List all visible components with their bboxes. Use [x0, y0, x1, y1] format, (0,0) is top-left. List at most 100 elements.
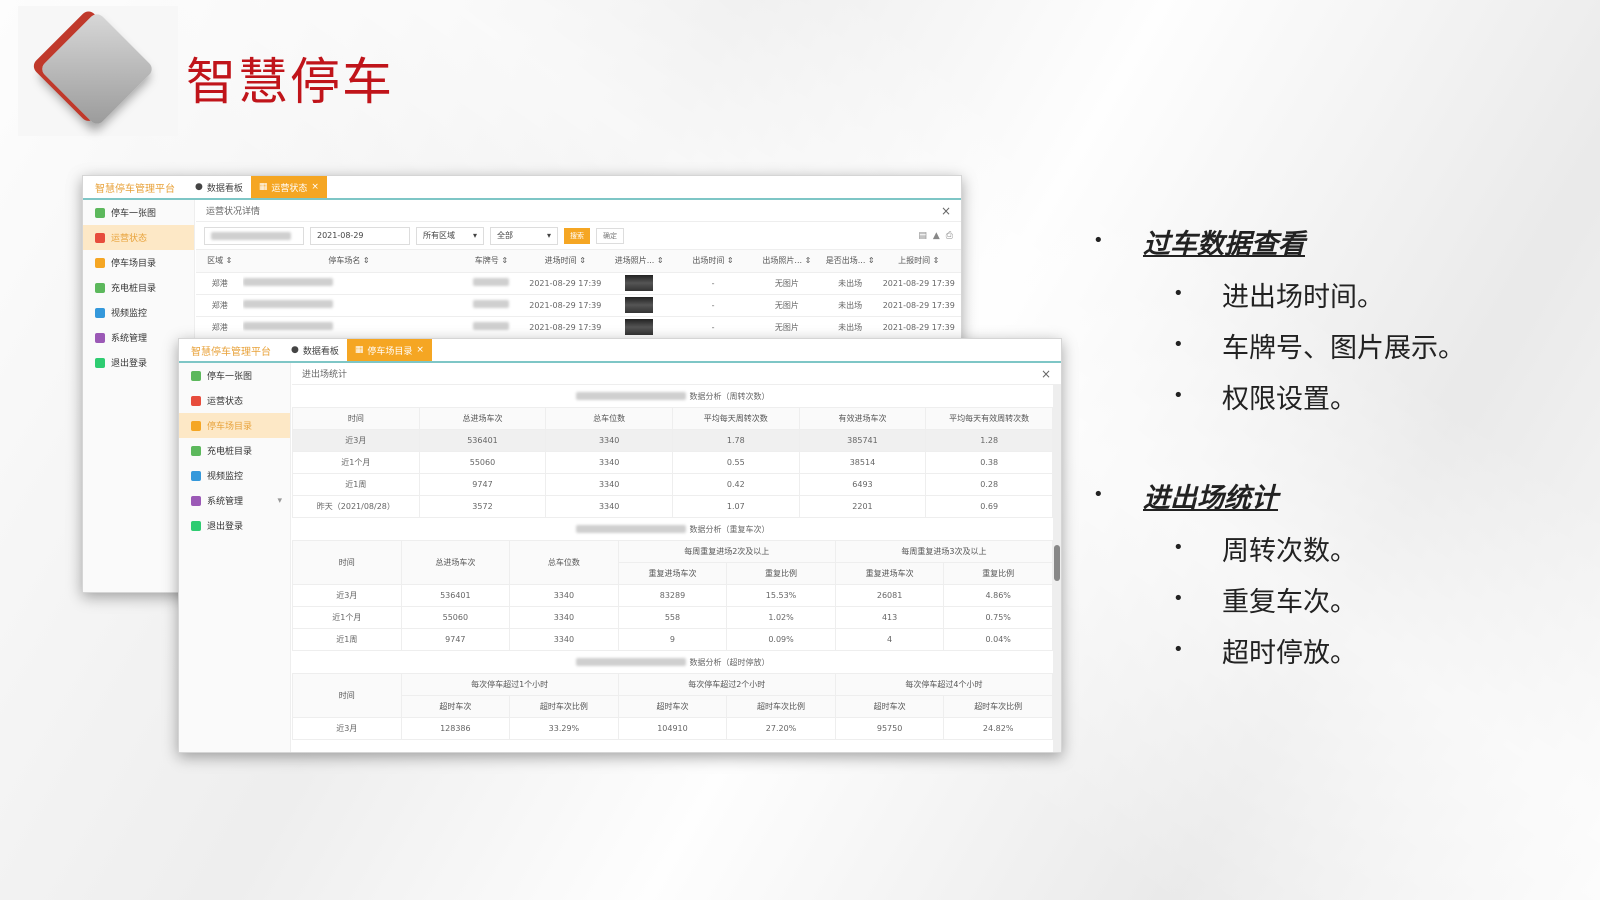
date-input[interactable]: 2021-08-29: [310, 226, 410, 245]
sidebar-item[interactable]: 运营状态: [83, 225, 194, 250]
table-row[interactable]: 近1周 9747 3340 0.42 6493 0.28: [292, 473, 1053, 496]
status-select[interactable]: 全部 ▾: [490, 226, 558, 245]
sidebar-item[interactable]: 充电桩目录: [179, 438, 290, 463]
report-time-cell: 2021-08-29 17:39: [876, 316, 961, 339]
enter-photo-cell: [602, 316, 677, 339]
table-row[interactable]: 近1个月 55060 3340 558 1.02% 413 0.75%: [292, 606, 1053, 629]
blurred-value: [473, 322, 510, 330]
table-row[interactable]: 近1个月 55060 3340 0.55 38514 0.38: [292, 451, 1053, 474]
table-cell: 1.07: [671, 495, 800, 518]
dashboard-icon: ●: [291, 345, 299, 355]
scrollbar-thumb[interactable]: [1054, 545, 1060, 581]
table-cell: 0.55: [671, 451, 800, 474]
column-header: 每周重复进场2次及以上: [617, 540, 836, 563]
table-cell: 385741: [798, 429, 927, 452]
column-header: 时间: [292, 407, 420, 430]
platform-brand: 智慧停车管理平台: [95, 183, 175, 195]
bullet-item: 超时停放。: [1222, 638, 1357, 669]
sidebar-item[interactable]: 退出登录: [179, 513, 290, 538]
table-row[interactable]: 昨天（2021/08/28） 3572 3340 1.07 2201 0.69: [292, 495, 1053, 518]
tab-close-icon[interactable]: ×: [311, 182, 319, 192]
close-icon[interactable]: ×: [941, 204, 951, 218]
column-header[interactable]: 车牌号 ⇕: [454, 250, 529, 273]
sidebar-item[interactable]: 停车一张图: [179, 363, 290, 388]
table-row[interactable]: 郑港 2021-08-29 17:39- 无图片 未出场 2021-08-29 17:3…: [196, 272, 961, 295]
bullet-dot: •: [1173, 537, 1184, 558]
column-header[interactable]: 停车场名 ⇕: [243, 250, 455, 273]
table-cell: 0.28: [925, 473, 1053, 496]
bullet-heading: 进出场统计: [1143, 483, 1278, 514]
bullet-item: 周转次数。: [1222, 536, 1357, 567]
export-icon[interactable]: ▤: [918, 231, 927, 241]
tab-parking-directory[interactable]: ▦ 停车场目录 ×: [346, 339, 432, 361]
table-cell: 1.02%: [726, 606, 836, 629]
blurred-value: [243, 278, 334, 286]
table-cell: 3340: [545, 495, 673, 518]
folder-icon: [95, 257, 105, 268]
column-header[interactable]: 是否出场... ⇕: [823, 250, 877, 273]
chart-icon: ▦: [258, 182, 268, 192]
photo-thumbnail[interactable]: [625, 275, 654, 291]
exit-photo-cell: 无图片: [749, 316, 824, 339]
table-row[interactable]: 近3月 536401 3340 1.78 385741 1.28: [292, 429, 1053, 452]
sidebar-item-label: 停车场目录: [207, 422, 253, 432]
table-cell: 3340: [545, 473, 673, 496]
photo-thumbnail[interactable]: [625, 297, 654, 313]
sidebar-item[interactable]: 系统管理 ▾: [179, 488, 290, 513]
sidebar-item[interactable]: 停车场目录: [83, 250, 194, 275]
blurred-name: [575, 392, 686, 400]
logout-icon: [191, 520, 201, 531]
sidebar-item[interactable]: 停车场目录: [179, 413, 290, 438]
search-button[interactable]: 搜索: [564, 227, 590, 244]
exited-cell: 未出场: [823, 272, 877, 295]
sidebar-item-label: 充电桩目录: [207, 447, 253, 457]
enter-time-cell: 2021-08-29 17:39: [528, 272, 603, 295]
region-select[interactable]: 所有区域 ▾: [416, 226, 484, 245]
close-icon[interactable]: ×: [1041, 367, 1051, 381]
status-value: 全部: [497, 231, 513, 240]
sidebar-item[interactable]: 视频监控: [83, 300, 194, 325]
scrollbar[interactable]: [1053, 385, 1061, 752]
tab-dashboard[interactable]: ● 数据看板: [187, 176, 251, 198]
tab-dashboard[interactable]: ● 数据看板: [283, 339, 347, 361]
table-row[interactable]: 近3月 128386 33.29% 104910 27.20% 95750 24.82%: [292, 717, 1053, 740]
table-header-row: 时间 每次停车超过1个小时 每次停车超过2个小时 每次停车超过4个小时: [292, 673, 1053, 718]
table-row[interactable]: 郑港 2021-08-29 17:39- 无图片 未出场 2021-08-29 17:3…: [196, 316, 961, 339]
print-icon[interactable]: ⎙: [946, 231, 953, 241]
table-row[interactable]: 近1周 9747 3340 9 0.09% 4 0.04%: [292, 628, 1053, 651]
tab-operation-status[interactable]: ▦ 运营状态 ×: [250, 176, 327, 198]
photo-thumbnail[interactable]: [625, 319, 654, 335]
column-header[interactable]: 出场时间 ⇕: [676, 250, 750, 273]
table-row[interactable]: 近3月 536401 3340 83289 15.53% 26081 4.86%: [292, 584, 1053, 607]
plate-cell: [454, 316, 529, 339]
column-header: 总车位数: [509, 540, 619, 585]
bullet-item: 权限设置。: [1222, 384, 1357, 415]
column-subheader: 超时车次比例: [509, 695, 619, 718]
sidebar-item-label: 系统管理: [111, 334, 148, 344]
table-cell: 536401: [418, 429, 547, 452]
parking-name-select[interactable]: [204, 226, 304, 245]
column-header[interactable]: 出场照片... ⇕: [749, 250, 824, 273]
column-header[interactable]: 区域 ⇕: [196, 250, 244, 273]
camera-icon: [95, 307, 105, 318]
column-header[interactable]: 进场照片... ⇕: [602, 250, 677, 273]
table-header-row: 时间 总进场车次 总车位数 平均每天周转次数 有效进场车次 平均每天有效周转次数: [292, 407, 1053, 430]
column-header: 每次停车超过1个小时: [400, 673, 619, 696]
column-header: 每次停车超过4个小时: [834, 673, 1053, 696]
table-cell: 0.75%: [943, 606, 1053, 629]
enter-photo-cell: [602, 272, 677, 295]
table-row[interactable]: 郑港 2021-08-29 17:39- 无图片 未出场 2021-08-29 17:3…: [196, 294, 961, 317]
sidebar-item[interactable]: 充电桩目录: [83, 275, 194, 300]
sidebar-item[interactable]: 运营状态: [179, 388, 290, 413]
blurred-value: [243, 300, 334, 308]
confirm-button[interactable]: 确定: [596, 227, 624, 244]
column-header: 有效进场车次: [798, 407, 927, 430]
exit-time-cell: -: [676, 316, 750, 339]
column-header[interactable]: 进场时间 ⇕: [528, 250, 603, 273]
sidebar-item[interactable]: 视频监控: [179, 463, 290, 488]
sidebar-item[interactable]: 停车一张图: [83, 200, 194, 225]
user-icon[interactable]: ▲: [933, 231, 940, 241]
sidebar-item-label: 系统管理: [207, 497, 244, 507]
column-header[interactable]: 上报时间 ⇕: [876, 250, 961, 273]
tab-close-icon[interactable]: ×: [416, 345, 424, 355]
